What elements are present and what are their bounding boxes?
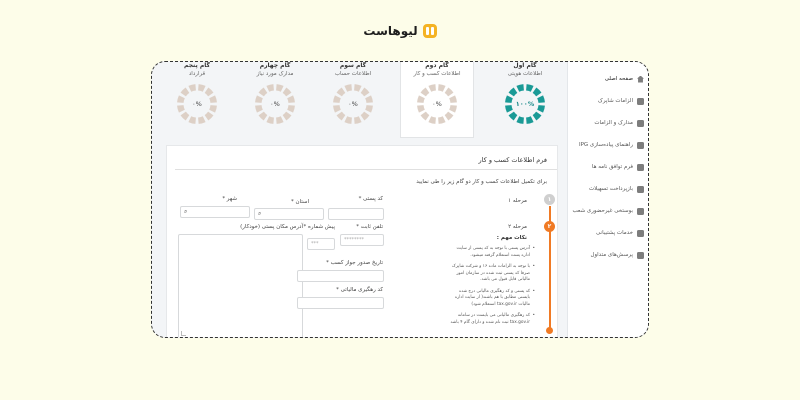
form-title: فرم اطلاعات کسب و کار (478, 156, 547, 164)
brand-logo-icon (422, 24, 437, 38)
step-title: مدارک مورد نیاز (256, 71, 294, 77)
search-icon: ⌕ (184, 208, 188, 215)
notes-list: آدرس پستی با توجه به کد پستی از سایت ادا… (447, 246, 535, 331)
step-1[interactable]: گام اول اطلاعات هویتی ۱۰۰% (488, 62, 562, 136)
city-select[interactable]: ⌕ (180, 206, 250, 218)
business-info-form: فرم اطلاعات کسب و کار برای تکمیل اطلاعات… (166, 145, 558, 337)
card-icon (637, 185, 644, 193)
step-4[interactable]: گام چهارم مدارک مورد نیاز ۰% (238, 62, 312, 136)
step-2[interactable]: گام دوم اطلاعات کسب و کار ۰% (400, 62, 474, 138)
tax-code-label: کد رهگیری مالیاتی * (336, 287, 383, 293)
postal-code-input[interactable] (328, 208, 384, 220)
brand-name: لیوهاست (363, 24, 418, 38)
progress-ring: ۱۰۰% (503, 82, 547, 126)
license-date-label: تاریخ صدور جواز کسب * (326, 260, 383, 266)
sidebar-item-label: مدارک و الزامات (594, 120, 633, 126)
stage-2-label[interactable]: مرحله ۲ (508, 224, 527, 230)
province-select[interactable]: ⌕ (254, 208, 324, 220)
note-item: آدرس پستی با توجه به کد پستی از سایت ادا… (447, 246, 535, 259)
note-item: کد رهگیری مالیاتی می بایست در سامانه tax… (447, 313, 535, 326)
home-icon (637, 75, 644, 83)
step-title: قرارداد (188, 71, 206, 77)
resize-handle-icon[interactable] (181, 331, 186, 336)
progress-value: ۰% (270, 100, 280, 108)
sidebar-item-label: الزامات شاپرک (597, 98, 633, 104)
phone-label: تلفن ثابت * (356, 224, 383, 230)
divider (175, 169, 557, 170)
area-code-input[interactable]: *** (307, 238, 335, 250)
mail-icon (637, 229, 644, 237)
progress-value: ۱۰۰% (515, 100, 535, 108)
sidebar-item-label: بوستخی غیرحضوری شعب (572, 208, 633, 214)
sidebar-item-branches[interactable]: بوستخی غیرحضوری شعب (568, 200, 648, 222)
document-icon (637, 97, 644, 105)
stage-1-label[interactable]: مرحله ۱ (508, 198, 527, 204)
address-textarea[interactable] (178, 234, 303, 337)
contract-icon (637, 163, 644, 171)
sidebar-item-label: صفحه اصلی (604, 76, 633, 82)
sidebar-item-documents[interactable]: مدارک و الزامات (568, 112, 648, 134)
sidebar-item-label: خدمات پشتیبانی (595, 230, 633, 236)
sidebar-item-label: بازپرداخت تسهیلات (588, 186, 633, 192)
license-date-input[interactable] (297, 270, 384, 282)
timeline-end-dot (546, 327, 553, 334)
note-item: با توجه به الزامات ماده ۱۶ و شرکت شاپرک … (447, 264, 535, 284)
address-label: آدرس مکان پستی (خودکار) (240, 224, 303, 230)
brand-header: لیوهاست (0, 20, 800, 42)
sidebar-item-label: فرم توافق نامه ها (591, 164, 633, 170)
step-tab-label: گام چهارم (259, 62, 291, 69)
sidebar-item-home[interactable]: صفحه اصلی (568, 68, 648, 90)
sidebar-item-ipg-guide[interactable]: راهنمای پیاده‌سازی IPG (568, 134, 648, 156)
step-tab-label: گام دوم (425, 62, 449, 69)
progress-value: ۰% (192, 100, 202, 108)
sidebar-item-label: پرسش‌های متداول (590, 252, 634, 258)
phone-placeholder: ******** (344, 237, 364, 243)
city-label: شهر * (222, 196, 237, 202)
sidebar-item-faq[interactable]: پرسش‌های متداول (568, 244, 648, 266)
search-icon: ⌕ (258, 210, 262, 217)
sidebar: صفحه اصلی الزامات شاپرک مدارک و الزامات … (567, 62, 648, 337)
progress-ring: ۰% (253, 82, 297, 126)
sidebar-item-agreements[interactable]: فرم توافق نامه ها (568, 156, 648, 178)
step-title: اطلاعات هویتی (507, 71, 543, 77)
tax-code-input[interactable] (297, 297, 384, 309)
step-5[interactable]: گام پنجم قرارداد ۰% (160, 62, 234, 136)
form-description: برای تکمیل اطلاعات کسب و کار دو گام زیر … (416, 179, 547, 185)
progress-ring: ۰% (175, 82, 219, 126)
step-tab-label: گام پنجم (184, 62, 210, 69)
step-title: اطلاعات حساب (334, 71, 372, 77)
guide-icon (637, 141, 644, 149)
step-tab-label: گام اول (513, 62, 537, 69)
steps-row: گام پنجم قرارداد ۰% گام چهارم مدارک مورد… (160, 62, 565, 138)
postal-code-label: کد پستی * (358, 196, 383, 202)
phone-input[interactable]: ******** (340, 234, 384, 246)
progress-value: ۰% (432, 100, 442, 108)
step-3[interactable]: گام سوم اطلاعات حساب ۰% (316, 62, 390, 136)
folder-icon (637, 119, 644, 127)
progress-ring: ۰% (415, 82, 459, 126)
area-code-label: پیش شماره * (303, 224, 335, 230)
sidebar-item-repayment[interactable]: بازپرداخت تسهیلات (568, 178, 648, 200)
note-item: کد پستی و کد رهگیری مالیاتی درج شده بایس… (447, 289, 535, 309)
sidebar-item-support[interactable]: خدمات پشتیبانی (568, 222, 648, 244)
progress-ring: ۰% (331, 82, 375, 126)
dashboard-frame: گام پنجم قرارداد ۰% گام چهارم مدارک مورد… (151, 61, 649, 338)
area-code-placeholder: *** (311, 241, 319, 247)
notes-title: نکات مهم : (496, 235, 527, 241)
check-icon (637, 207, 644, 215)
stage-1-marker[interactable]: ۱ (544, 194, 555, 205)
sidebar-item-label: راهنمای پیاده‌سازی IPG (578, 142, 633, 148)
sidebar-item-shaparak[interactable]: الزامات شاپرک (568, 90, 648, 112)
progress-value: ۰% (348, 100, 358, 108)
step-tab-label: گام سوم (339, 62, 367, 69)
province-label: استان * (290, 199, 309, 205)
stage-2-marker[interactable]: ۲ (544, 221, 555, 232)
step-title: اطلاعات کسب و کار (413, 71, 461, 77)
chat-icon (637, 251, 644, 259)
